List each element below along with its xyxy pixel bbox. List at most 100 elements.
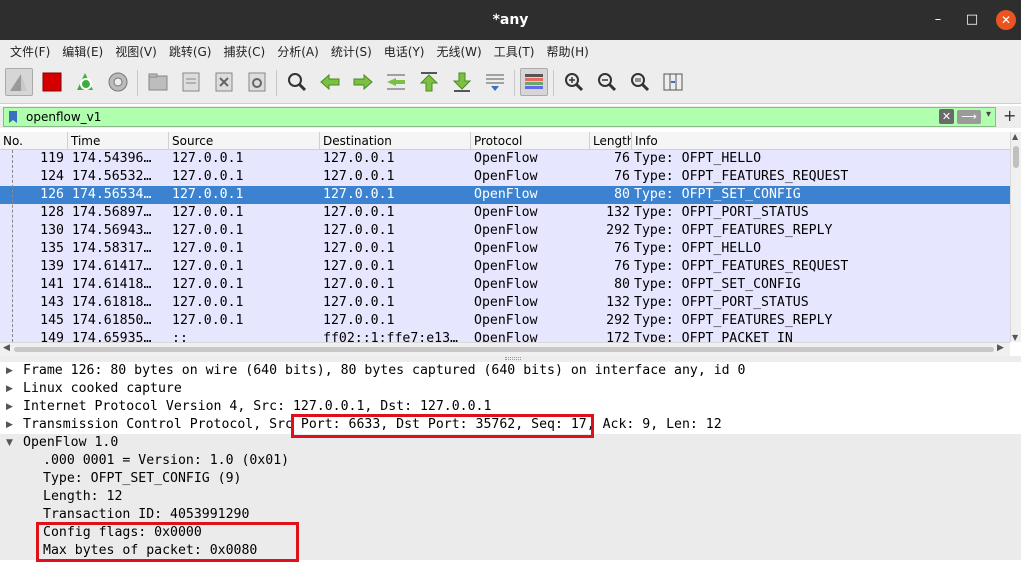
column-header-source[interactable]: Source <box>169 132 320 150</box>
packet-cell-dst: 127.0.0.1 <box>323 259 395 274</box>
go-to-packet-icon[interactable] <box>382 68 410 96</box>
menu-file[interactable]: 文件(F) <box>4 43 56 60</box>
packet-cell-proto: OpenFlow <box>474 295 538 310</box>
column-header-no[interactable]: No. <box>0 132 68 150</box>
expand-arrow-icon[interactable]: ▶ <box>6 416 14 434</box>
packet-cell-proto: OpenFlow <box>474 205 538 220</box>
collapse-arrow-icon[interactable]: ▼ <box>6 434 14 452</box>
stop-capture-icon[interactable] <box>38 68 66 96</box>
zoom-out-icon[interactable] <box>593 68 621 96</box>
zoom-in-icon[interactable] <box>560 68 588 96</box>
detail-row-length[interactable]: Length: 12 <box>0 488 1021 506</box>
autoscroll-icon[interactable] <box>481 68 509 96</box>
expand-arrow-icon[interactable]: ▶ <box>6 398 14 416</box>
packet-list-header: No. Time Source Destination Protocol Len… <box>0 132 1010 150</box>
menu-wireless[interactable]: 无线(W) <box>431 43 488 60</box>
scrollbar-thumb[interactable] <box>14 347 994 352</box>
menu-edit[interactable]: 编辑(E) <box>56 43 109 60</box>
close-file-icon[interactable] <box>210 68 238 96</box>
column-header-length[interactable]: Length <box>590 132 632 150</box>
clear-filter-icon[interactable]: ✕ <box>939 109 954 124</box>
packet-cell-len: 76 <box>614 241 630 256</box>
reload-file-icon[interactable] <box>243 68 271 96</box>
scroll-up-icon[interactable]: ▲ <box>1012 132 1018 141</box>
packet-row[interactable]: 139 174.61417… 127.0.0.1 127.0.0.1 OpenFlow 7… <box>0 258 1010 276</box>
display-filter-field[interactable]: openflow_v1 ✕ ⟶ ▾ <box>3 107 996 127</box>
packet-cell-time: 174.58317… <box>72 241 152 256</box>
packet-cell-src: 127.0.0.1 <box>172 187 244 202</box>
column-header-info[interactable]: Info <box>632 132 1010 150</box>
detail-row-type[interactable]: Type: OFPT_SET_CONFIG (9) <box>0 470 1021 488</box>
packet-cell-dst: 127.0.0.1 <box>323 223 395 238</box>
packet-cell-no: 141 <box>40 277 64 292</box>
display-filter-input[interactable]: openflow_v1 <box>26 110 101 124</box>
packet-row[interactable]: 130 174.56943… 127.0.0.1 127.0.0.1 OpenFlow 2… <box>0 222 1010 240</box>
column-header-destination[interactable]: Destination <box>320 132 471 150</box>
packet-cell-proto: OpenFlow <box>474 151 538 166</box>
menu-telephony[interactable]: 电话(Y) <box>378 43 431 60</box>
menu-view[interactable]: 视图(V) <box>109 43 163 60</box>
packet-row[interactable]: 141 174.61418… 127.0.0.1 127.0.0.1 OpenFlow 8… <box>0 276 1010 294</box>
add-filter-button[interactable]: + <box>1003 106 1016 125</box>
scroll-left-icon[interactable]: ◀ <box>3 343 10 353</box>
packet-row[interactable]: 143 174.61818… 127.0.0.1 127.0.0.1 OpenFlow 1… <box>0 294 1010 312</box>
packet-cell-len: 76 <box>614 151 630 166</box>
packet-cell-src: 127.0.0.1 <box>172 205 244 220</box>
normal-size-icon[interactable] <box>626 68 654 96</box>
open-file-icon[interactable] <box>144 68 172 96</box>
save-file-icon[interactable] <box>177 68 205 96</box>
minimize-button[interactable]: – <box>928 10 948 30</box>
packet-row[interactable]: 135 174.58317… 127.0.0.1 127.0.0.1 OpenFlow 7… <box>0 240 1010 258</box>
scroll-right-icon[interactable]: ▶ <box>997 343 1004 353</box>
detail-row-frame[interactable]: ▶ Frame 126: 80 bytes on wire (640 bits)… <box>0 362 1021 380</box>
menu-tools[interactable]: 工具(T) <box>488 43 541 60</box>
menu-analyze[interactable]: 分析(A) <box>271 43 325 60</box>
maximize-button[interactable]: □ <box>962 10 982 30</box>
go-back-icon[interactable] <box>316 68 344 96</box>
packet-cell-time: 174.65935… <box>72 331 152 342</box>
packet-cell-len: 172 <box>606 331 630 342</box>
shark-fin-icon[interactable] <box>5 68 33 96</box>
packet-cell-time: 174.56532… <box>72 169 152 184</box>
packet-row[interactable]: 119 174.54396… 127.0.0.1 127.0.0.1 OpenFlow 7… <box>0 150 1010 168</box>
column-header-time[interactable]: Time <box>68 132 169 150</box>
packet-cell-src: 127.0.0.1 <box>172 313 244 328</box>
bookmark-icon[interactable] <box>7 110 19 124</box>
go-forward-icon[interactable] <box>349 68 377 96</box>
packet-row[interactable]: 149 174.65935…:: ff02::1:ffe7:e13… OpenFlow… <box>0 330 1010 342</box>
first-packet-icon[interactable] <box>415 68 443 96</box>
colorize-icon[interactable] <box>520 68 548 96</box>
last-packet-icon[interactable] <box>448 68 476 96</box>
packet-row[interactable]: 124 174.56532… 127.0.0.1 127.0.0.1 OpenFlow 7… <box>0 168 1010 186</box>
capture-options-icon[interactable] <box>104 68 132 96</box>
packet-cell-dst: 127.0.0.1 <box>323 241 395 256</box>
expand-arrow-icon[interactable]: ▶ <box>6 380 14 398</box>
packet-row[interactable]: 128 174.56897… 127.0.0.1 127.0.0.1 OpenFlow 1… <box>0 204 1010 222</box>
menu-help[interactable]: 帮助(H) <box>540 43 594 60</box>
find-packet-icon[interactable] <box>283 68 311 96</box>
packet-cell-dst: 127.0.0.1 <box>323 151 395 166</box>
scrollbar-thumb[interactable] <box>1013 146 1019 168</box>
packet-row[interactable]: 145 174.61850… 127.0.0.1 127.0.0.1 OpenFlow 2… <box>0 312 1010 330</box>
packet-list-vertical-scrollbar[interactable]: ▲ ▼ <box>1010 132 1021 342</box>
column-header-protocol[interactable]: Protocol <box>471 132 590 150</box>
menu-go[interactable]: 跳转(G) <box>163 43 218 60</box>
packet-list-horizontal-scrollbar[interactable]: ◀ ▶ <box>0 342 1010 356</box>
menu-capture[interactable]: 捕获(C) <box>217 43 271 60</box>
restart-capture-icon[interactable] <box>71 68 99 96</box>
conversation-tree-line <box>12 150 13 342</box>
menu-statistics[interactable]: 统计(S) <box>325 43 378 60</box>
splitter-grip[interactable] <box>505 357 521 360</box>
packet-cell-no: 135 <box>40 241 64 256</box>
packet-row[interactable]: 126 174.56534… 127.0.0.1 127.0.0.1 OpenFlow 8… <box>0 186 1010 204</box>
packet-cell-proto: OpenFlow <box>474 313 538 328</box>
scroll-down-icon[interactable]: ▼ <box>1012 333 1018 342</box>
filter-history-dropdown-icon[interactable]: ▾ <box>986 109 991 120</box>
display-filter-bar: openflow_v1 ✕ ⟶ ▾ + <box>0 106 1021 128</box>
close-button[interactable]: ✕ <box>996 10 1016 30</box>
resize-columns-icon[interactable] <box>659 68 687 96</box>
detail-row-linux-cooked[interactable]: ▶ Linux cooked capture <box>0 380 1021 398</box>
detail-row-version[interactable]: .000 0001 = Version: 1.0 (0x01) <box>0 452 1021 470</box>
apply-filter-icon[interactable]: ⟶ <box>957 110 981 124</box>
expand-arrow-icon[interactable]: ▶ <box>6 362 14 380</box>
